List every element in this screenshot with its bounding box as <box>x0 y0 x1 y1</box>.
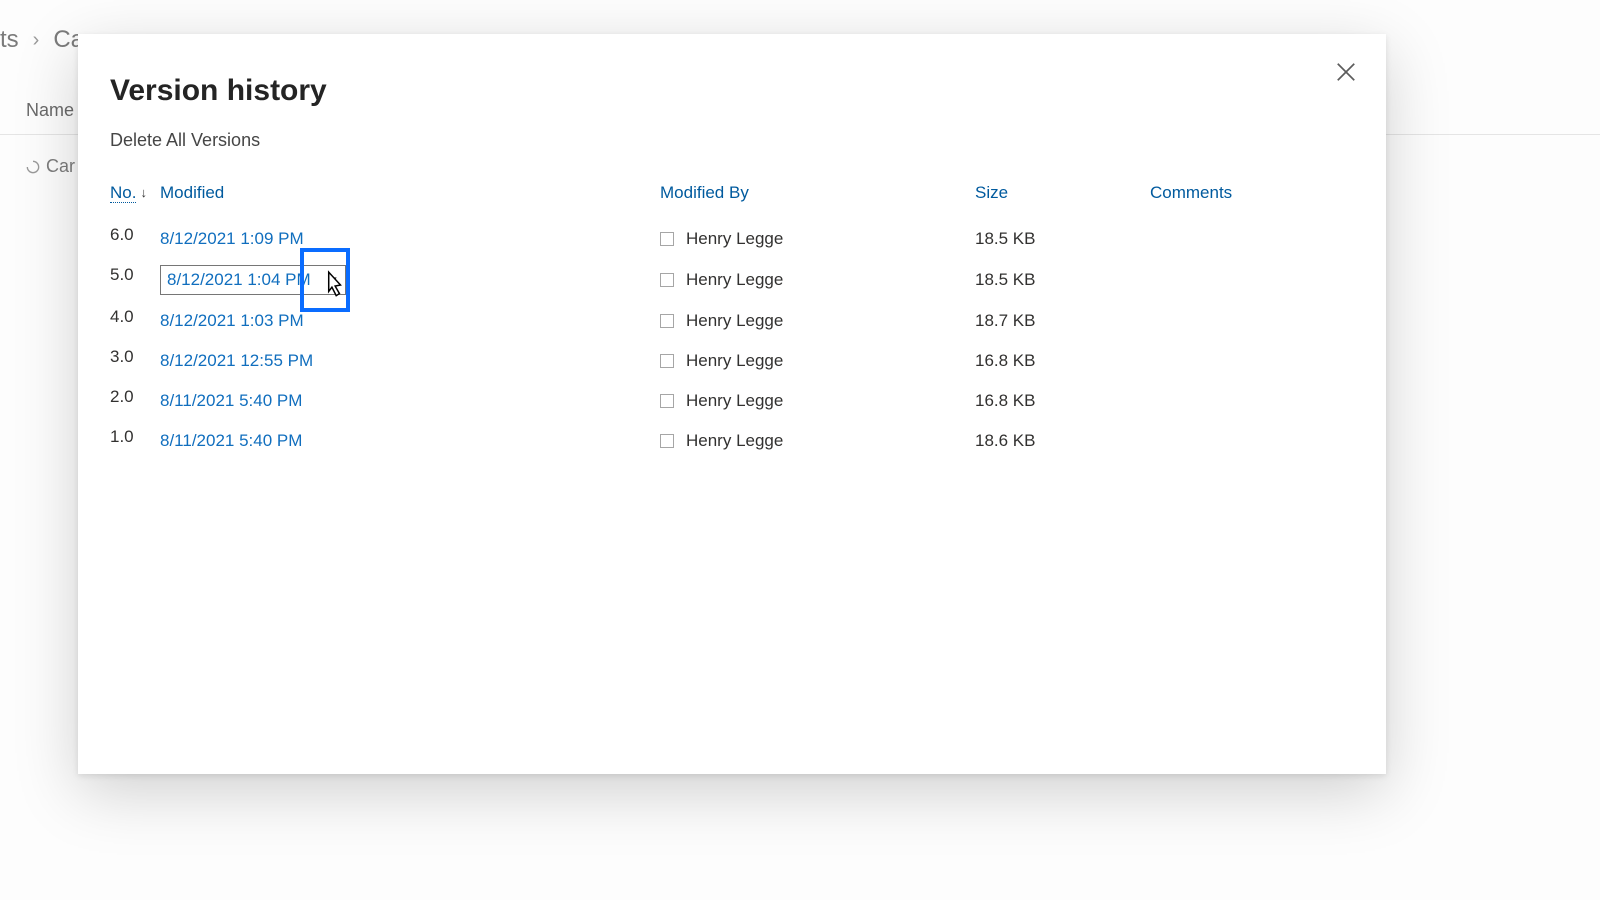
user-name[interactable]: Henry Legge <box>686 391 783 411</box>
version-modified-by: Henry Legge <box>660 229 975 249</box>
column-header-modified[interactable]: Modified <box>160 183 660 203</box>
user-name[interactable]: Henry Legge <box>686 351 783 371</box>
user-presence-icon <box>660 434 674 448</box>
sort-descending-icon: ↓ <box>140 185 147 200</box>
user-presence-icon <box>660 232 674 246</box>
version-number: 6.0 <box>110 219 160 245</box>
version-modified-by: Henry Legge <box>660 431 975 451</box>
close-button[interactable] <box>1334 60 1358 84</box>
breadcrumb: ts › Ca <box>0 26 84 54</box>
version-size: 18.6 KB <box>975 431 1150 451</box>
delete-all-versions-link[interactable]: Delete All Versions <box>110 130 260 151</box>
breadcrumb-item-prev: ts <box>0 26 19 54</box>
user-name[interactable]: Henry Legge <box>686 431 783 451</box>
user-name[interactable]: Henry Legge <box>686 229 783 249</box>
version-history-dialog: Version history Delete All Versions No.↓… <box>78 34 1386 774</box>
chevron-right-icon: › <box>33 29 40 52</box>
version-size: 18.7 KB <box>975 311 1150 331</box>
column-header-comments[interactable]: Comments <box>1150 183 1354 203</box>
version-modified-link[interactable]: 8/11/2021 5:40 PM <box>160 385 660 417</box>
user-presence-icon <box>660 314 674 328</box>
table-row: 6.08/12/2021 1:09 PM Henry Legge 18.5 KB <box>110 219 1354 259</box>
user-name[interactable]: Henry Legge <box>686 270 783 290</box>
version-modified-link[interactable]: 8/12/2021 1:03 PM <box>160 305 660 337</box>
user-name[interactable]: Henry Legge <box>686 311 783 331</box>
version-number: 3.0 <box>110 341 160 367</box>
user-presence-icon <box>660 354 674 368</box>
version-modified-link[interactable]: 8/12/2021 12:55 PM <box>160 345 660 377</box>
version-modified-selected: 8/12/2021 1:04 PM▾ <box>160 265 346 295</box>
table-row: 2.08/11/2021 5:40 PM Henry Legge 16.8 KB <box>110 381 1354 421</box>
version-size: 18.5 KB <box>975 270 1150 290</box>
version-number: 2.0 <box>110 381 160 407</box>
version-number: 1.0 <box>110 421 160 447</box>
column-header-name: Name <box>26 100 74 121</box>
version-modified-link[interactable]: 8/12/2021 1:04 PM▾ <box>160 259 660 301</box>
dialog-title: Version history <box>110 74 1354 108</box>
table-row: 4.08/12/2021 1:03 PM Henry Legge 18.7 KB <box>110 301 1354 341</box>
table-row: 1.08/11/2021 5:40 PM Henry Legge 18.6 KB <box>110 421 1354 461</box>
version-size: 18.5 KB <box>975 229 1150 249</box>
column-header-size[interactable]: Size <box>975 183 1150 203</box>
user-presence-icon <box>660 394 674 408</box>
version-modified-by: Henry Legge <box>660 270 975 290</box>
version-modified-by: Henry Legge <box>660 351 975 371</box>
table-row: 5.08/12/2021 1:04 PM▾ Henry Legge 18.5 KB <box>110 259 1354 301</box>
table-row: 3.08/12/2021 12:55 PM Henry Legge 16.8 KB <box>110 341 1354 381</box>
column-header-no[interactable]: No.↓ <box>110 183 160 203</box>
version-modified-link[interactable]: 8/12/2021 1:09 PM <box>160 223 660 255</box>
column-header-modified-by[interactable]: Modified By <box>660 183 975 203</box>
versions-table: No.↓ Modified Modified By Size Comments … <box>110 173 1354 461</box>
version-number: 4.0 <box>110 301 160 327</box>
version-size: 16.8 KB <box>975 351 1150 371</box>
version-modified-link[interactable]: 8/11/2021 5:40 PM <box>160 425 660 457</box>
version-number: 5.0 <box>110 259 160 285</box>
user-presence-icon <box>660 273 674 287</box>
dropdown-caret-icon[interactable]: ▾ <box>332 275 337 286</box>
version-modified-by: Henry Legge <box>660 391 975 411</box>
table-header-row: No.↓ Modified Modified By Size Comments <box>110 173 1354 213</box>
loading-spinner-icon <box>26 160 40 174</box>
version-size: 16.8 KB <box>975 391 1150 411</box>
version-modified-by: Henry Legge <box>660 311 975 331</box>
